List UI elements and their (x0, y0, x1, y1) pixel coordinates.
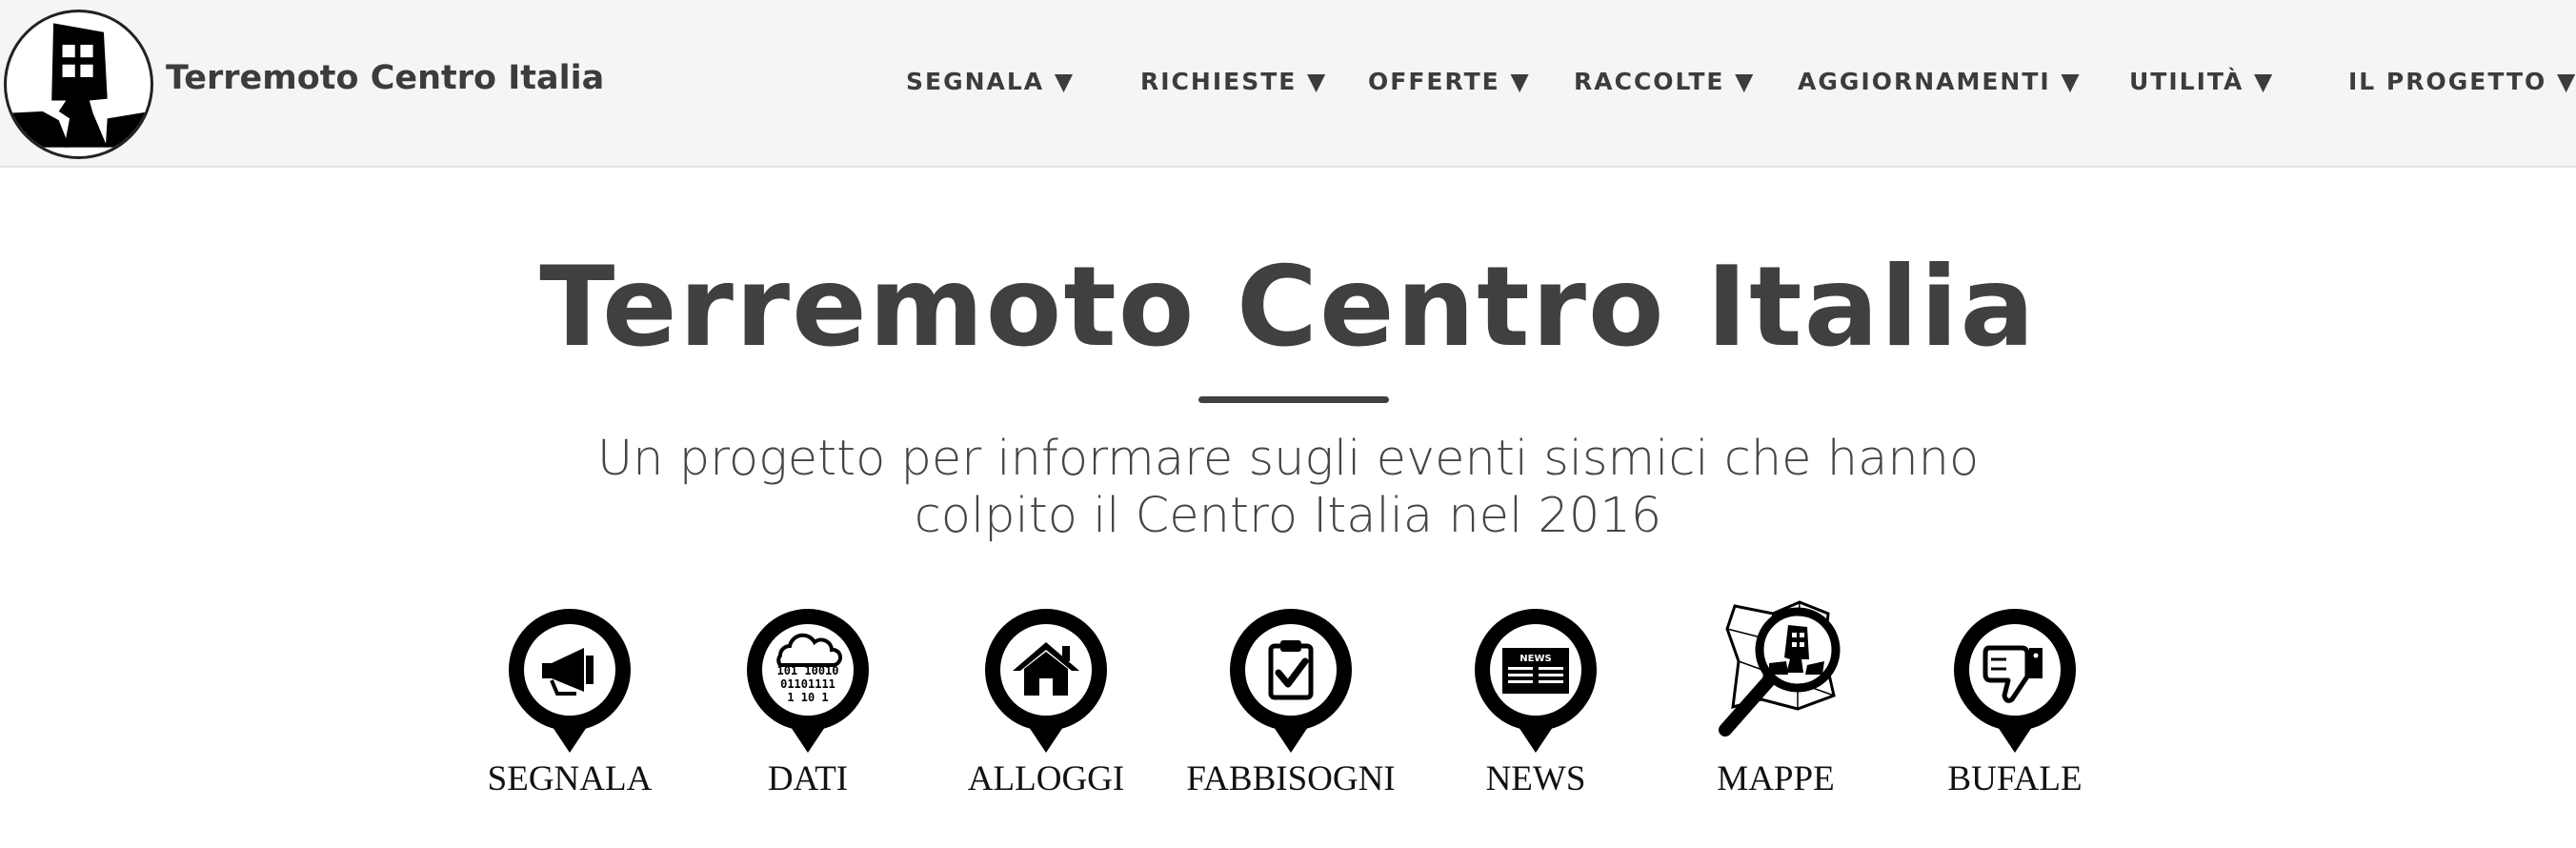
tile-mappe[interactable]: MAPPE (1671, 600, 1881, 800)
tile-label: ALLOGGI (967, 759, 1125, 798)
nav-aggiornamenti[interactable]: AGGIORNAMENTI ▼ (1798, 65, 2082, 97)
tile-bufale[interactable]: BUFALE (1910, 600, 2120, 800)
data-cloud-icon: 101 10010 01101111 1 10 1 (738, 600, 877, 762)
thumbs-down-icon (1945, 600, 2084, 762)
dati-icon-text-3: 1 10 1 (787, 691, 828, 704)
nav-richieste[interactable]: RICHIESTE ▼ (1140, 65, 1327, 97)
tile-dati[interactable]: 101 10010 01101111 1 10 1 DATI (703, 600, 913, 800)
hero-subtitle-line-1: Un progetto per informare sugli eventi s… (596, 431, 1980, 487)
tile-label: FABBISOGNI (1186, 759, 1396, 798)
tile-fabbisogni[interactable]: FABBISOGNI (1186, 600, 1396, 800)
map-magnifier-icon (1706, 600, 1845, 762)
nav-utilita[interactable]: UTILITÀ ▼ (2129, 65, 2274, 97)
news-icon-text: NEWS (1519, 654, 1551, 664)
dati-icon-text-1: 101 10010 (776, 664, 838, 677)
brand-title[interactable]: Terremoto Centro Italia (166, 59, 604, 97)
tile-label: MAPPE (1717, 759, 1835, 798)
megaphone-icon (500, 600, 639, 762)
site-logo-icon[interactable] (4, 10, 153, 159)
top-navbar: Terremoto Centro Italia SEGNALA ▼ RICHIE… (0, 0, 2576, 168)
hero-subtitle: Un progetto per informare sugli eventi s… (431, 431, 2145, 545)
tile-label: BUFALE (1947, 759, 2083, 798)
hero-divider (1198, 396, 1389, 403)
tile-label: DATI (767, 759, 849, 798)
nav-segnala[interactable]: SEGNALA ▼ (906, 65, 1075, 97)
tile-alloggi[interactable]: ALLOGGI (941, 600, 1151, 800)
dati-icon-text-2: 01101111 (780, 677, 835, 691)
tile-label: NEWS (1485, 759, 1586, 798)
hero-subtitle-line-2: colpito il Centro Italia nel 2016 (914, 488, 1662, 544)
tile-news[interactable]: NEWS NEWS (1431, 600, 1640, 800)
clipboard-check-icon (1221, 600, 1360, 762)
newspaper-icon: NEWS (1466, 600, 1605, 762)
hero-title: Terremoto Centro Italia (539, 243, 2037, 372)
nav-offerte[interactable]: OFFERTE ▼ (1368, 65, 1531, 97)
tile-segnala[interactable]: SEGNALA (465, 600, 674, 800)
nav-raccolte[interactable]: RACCOLTE ▼ (1574, 65, 1755, 97)
house-icon (976, 600, 1116, 762)
tile-label: SEGNALA (487, 759, 653, 798)
nav-il-progetto[interactable]: IL PROGETTO ▼ (2348, 65, 2576, 97)
